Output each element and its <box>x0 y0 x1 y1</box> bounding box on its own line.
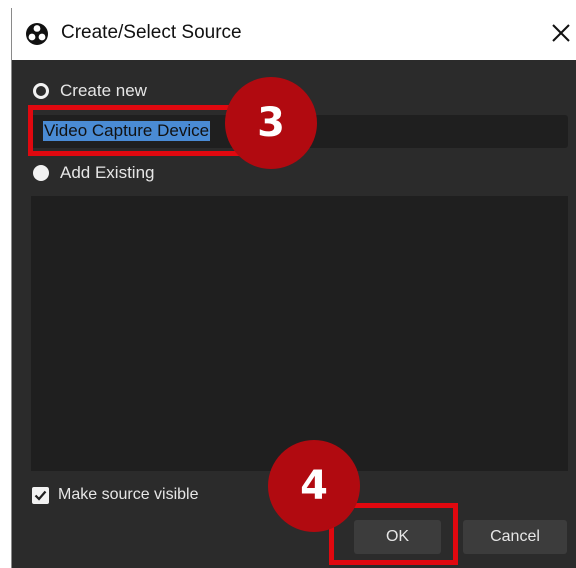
close-icon[interactable] <box>547 19 575 47</box>
source-name-highlight <box>28 105 250 156</box>
step-4-badge: 4 <box>268 440 360 532</box>
cancel-button[interactable]: Cancel <box>463 520 567 554</box>
existing-sources-list[interactable] <box>31 196 568 471</box>
step-3-badge: 3 <box>225 77 317 169</box>
add-existing-label[interactable]: Add Existing <box>60 163 155 183</box>
dialog-title: Create/Select Source <box>61 22 242 43</box>
create-new-label[interactable]: Create new <box>60 81 147 101</box>
obs-logo-icon <box>26 23 48 45</box>
add-existing-radio[interactable] <box>33 165 49 181</box>
make-visible-checkbox[interactable] <box>32 487 49 504</box>
title-bar: Create/Select Source <box>12 8 576 60</box>
make-visible-label[interactable]: Make source visible <box>58 486 199 504</box>
create-new-radio[interactable] <box>33 83 49 99</box>
